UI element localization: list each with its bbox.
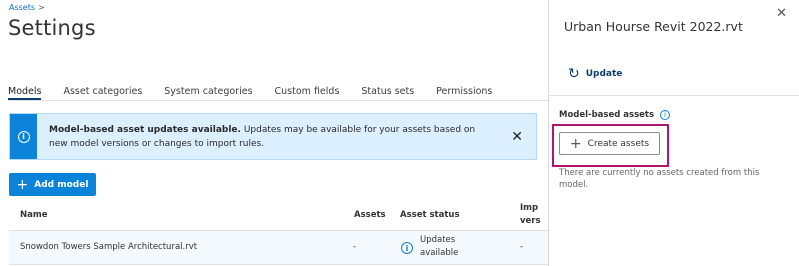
info-icon[interactable]: i xyxy=(660,110,671,120)
tab-system-categories[interactable]: System categories xyxy=(164,80,252,100)
details-panel: Urban Hourse Revit 2022.rvt ✕ ↻ Update M… xyxy=(548,0,799,266)
tab-bar: Models Asset categories System categorie… xyxy=(8,80,548,101)
add-model-button[interactable]: + Add model xyxy=(9,173,96,196)
close-icon[interactable]: ✕ xyxy=(776,6,787,21)
banner-stripe: i xyxy=(10,114,37,159)
add-model-label: Add model xyxy=(34,179,89,190)
section-label: Model-based assets i xyxy=(559,110,671,120)
info-banner: i Model-based asset updates available. U… xyxy=(9,113,537,160)
page-title: Settings xyxy=(8,16,96,40)
empty-state-text: There are currently no assets created fr… xyxy=(559,168,760,190)
column-header-imported[interactable]: Imp xyxy=(520,203,538,213)
column-header-assets[interactable]: Assets xyxy=(354,210,386,220)
breadcrumb-assets-link[interactable]: Assets xyxy=(9,3,35,12)
table-row[interactable]: Snowdon Towers Sample Architectural.rvt … xyxy=(9,231,548,265)
refresh-icon: ↻ xyxy=(568,66,580,82)
update-button[interactable]: ↻ Update xyxy=(568,66,622,82)
chevron-right-icon: > xyxy=(38,3,45,12)
close-icon[interactable]: ✕ xyxy=(511,129,523,145)
breadcrumb: Assets > xyxy=(9,3,45,12)
tab-permissions[interactable]: Permissions xyxy=(436,80,492,100)
table-header: Name Assets Asset status Imp vers xyxy=(9,202,548,231)
panel-title: Urban Hourse Revit 2022.rvt xyxy=(564,19,743,34)
section-label-text: Model-based assets xyxy=(559,110,655,120)
column-header-imported-line2: vers xyxy=(520,216,541,226)
asset-count: - xyxy=(353,242,357,252)
info-icon: i xyxy=(401,242,413,254)
imported-version: - xyxy=(520,242,524,252)
divider xyxy=(549,95,799,96)
plus-icon: + xyxy=(16,176,29,193)
create-assets-label: Create assets xyxy=(587,138,650,149)
tab-status-sets[interactable]: Status sets xyxy=(361,80,414,100)
tab-models[interactable]: Models xyxy=(8,80,42,100)
info-icon: i xyxy=(17,130,30,143)
main-content: Assets > Settings Models Asset categorie… xyxy=(0,0,548,266)
plus-icon: + xyxy=(569,135,582,152)
create-assets-button[interactable]: + Create assets xyxy=(559,132,660,155)
banner-title: Model-based asset updates available. xyxy=(49,125,241,135)
column-header-asset-status[interactable]: Asset status xyxy=(400,210,460,220)
models-table: Name Assets Asset status Imp vers Snowdo… xyxy=(9,202,548,265)
column-header-name[interactable]: Name xyxy=(20,210,47,220)
tab-custom-fields[interactable]: Custom fields xyxy=(275,80,340,100)
model-name[interactable]: Snowdon Towers Sample Architectural.rvt xyxy=(20,242,197,252)
update-label: Update xyxy=(585,69,623,79)
asset-status-line2: available xyxy=(420,248,459,258)
banner-message: Model-based asset updates available. Upd… xyxy=(37,114,536,159)
tab-asset-categories[interactable]: Asset categories xyxy=(63,80,142,100)
asset-status-line1: Updates xyxy=(420,235,456,245)
